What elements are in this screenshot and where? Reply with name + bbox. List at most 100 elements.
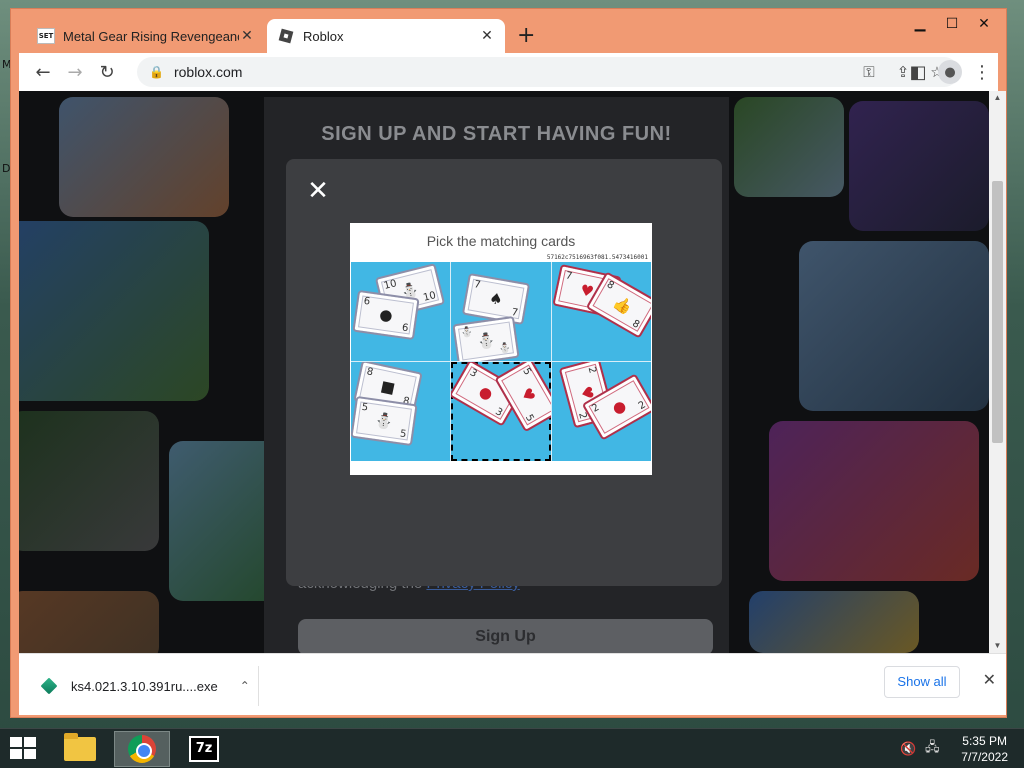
card-number: 2: [585, 365, 598, 375]
sevenzip-icon: 7z: [189, 736, 219, 762]
browser-window: ▁ ☐ ✕ SET Metal Gear Rising Revengeance …: [10, 8, 1007, 718]
tab-roblox[interactable]: Roblox ✕: [267, 19, 505, 53]
chevron-up-icon[interactable]: ⌃: [240, 679, 250, 693]
volume-muted-icon[interactable]: 🔇: [899, 742, 917, 757]
playing-card: 5 ⛄ 5: [351, 395, 418, 447]
toolbar-right-actions: ◧ ● ⋮: [902, 56, 998, 88]
card-symbol-icon: ●: [608, 395, 629, 419]
clock[interactable]: 5:35 PM 7/7/2022: [961, 733, 1008, 765]
game-tile-image: [734, 97, 844, 197]
card-number: ⛄: [460, 326, 475, 340]
taskbar: 7z 🔇 🖧 5:35 PM 7/7/2022: [0, 728, 1024, 768]
captcha-tile[interactable]: 3 ● 3 5 ♥ 5: [451, 362, 551, 461]
card-number: 5: [523, 412, 536, 424]
card-number: 7: [564, 270, 573, 283]
card-number: ⛄: [498, 342, 513, 356]
close-shelf-icon[interactable]: ✕: [983, 670, 996, 689]
address-bar[interactable]: 🔒 roblox.com ⚿ ⇪ ☆: [137, 57, 959, 87]
captcha-tile[interactable]: 2 ♥ 2 2 ● 2: [551, 362, 651, 461]
game-tile-image: [769, 421, 979, 581]
profile-avatar-icon: ●: [938, 60, 962, 84]
minimize-button[interactable]: ▁: [904, 13, 936, 35]
card-symbol-icon: ⛄: [475, 330, 497, 352]
game-tile-image: [849, 101, 989, 231]
close-window-button[interactable]: ✕: [968, 13, 1000, 35]
folder-icon: [64, 733, 96, 761]
window-controls: ▁ ☐ ✕: [904, 13, 1000, 35]
taskbar-7zip[interactable]: 7z: [176, 731, 232, 767]
card-number: 6: [362, 295, 371, 308]
new-tab-button[interactable]: +: [517, 25, 535, 47]
maximize-button[interactable]: ☐: [936, 13, 968, 35]
download-item[interactable]: ks4.021.3.10.391ru....exe ⌃: [27, 666, 259, 706]
game-tile-image: [169, 441, 279, 601]
card-number: 5: [399, 428, 408, 441]
set-favicon-icon: SET: [37, 28, 55, 44]
tab-close-icon[interactable]: ✕: [479, 28, 495, 44]
card-number: 2: [589, 401, 601, 415]
game-tile-image: [19, 591, 159, 653]
chrome-icon: [128, 735, 156, 763]
browser-toolbar: ← → ↻ 🔒 roblox.com ⚿ ⇪ ☆ ◧ ● ⋮: [19, 53, 998, 91]
scroll-thumb[interactable]: [992, 181, 1003, 443]
download-filename: ks4.021.3.10.391ru....exe: [71, 678, 218, 694]
captcha-instruction: Pick the matching cards: [426, 233, 576, 249]
card-symbol-icon: ■: [379, 376, 397, 398]
lock-icon[interactable]: 🔒: [149, 65, 164, 79]
taskbar-file-explorer[interactable]: [52, 731, 108, 767]
tab-close-icon[interactable]: ✕: [239, 28, 255, 44]
key-icon[interactable]: ⚿: [855, 58, 883, 86]
captcha-challenge: Pick the matching cards 57162c7516963f08…: [350, 223, 652, 475]
card-number: 8: [604, 279, 616, 292]
game-tile-image: [59, 97, 229, 217]
profile-button[interactable]: ●: [934, 56, 966, 88]
show-all-button[interactable]: Show all: [884, 666, 960, 698]
captcha-tile[interactable]: 8 ■ 8 5 ⛄ 5: [351, 362, 451, 461]
card-symbol-icon: ●: [378, 305, 394, 325]
card-number: 8: [629, 318, 641, 331]
roblox-favicon-icon: [277, 28, 295, 44]
scroll-down-icon[interactable]: ▼: [989, 639, 1006, 653]
scroll-up-icon[interactable]: ▲: [989, 91, 1006, 105]
reload-icon[interactable]: ↻: [91, 56, 123, 88]
page-scrollbar[interactable]: ▲ ▼: [989, 91, 1006, 653]
page-viewport: SIGN UP AND START HAVING FUN! acknowledg…: [19, 91, 989, 653]
game-tile-image: [19, 411, 159, 551]
side-panel-icon[interactable]: ◧: [902, 56, 934, 88]
card-number: 6: [401, 322, 410, 335]
captcha-modal: ✕ Pick the matching cards 57162c7516963f…: [286, 159, 722, 586]
sign-up-button[interactable]: Sign Up: [298, 619, 713, 653]
clock-time: 5:35 PM: [962, 734, 1007, 748]
card-number: 10: [422, 290, 438, 304]
captcha-challenge-id: 57162c7516963f081.5473416001: [546, 254, 648, 261]
card-number: 2: [636, 399, 648, 413]
windows-start-icon[interactable]: [10, 737, 38, 761]
menu-kebab-icon[interactable]: ⋮: [966, 56, 998, 88]
executable-file-icon: [40, 677, 58, 695]
system-tray: 🔇 🖧 5:35 PM 7/7/2022: [899, 733, 1008, 765]
url-text[interactable]: roblox.com: [174, 64, 242, 80]
card-number: 5: [360, 401, 369, 414]
card-number: 5: [520, 366, 534, 378]
card-number: 3: [493, 406, 505, 419]
captcha-tile[interactable]: 7 ♠ 7 ⛄ ⛄ ⛄: [451, 262, 551, 361]
playing-card: ⛄ ⛄ ⛄: [452, 315, 520, 361]
tab-title: Metal Gear Rising Revengeance |: [63, 28, 239, 44]
close-modal-icon[interactable]: ✕: [306, 178, 330, 204]
signup-heading: SIGN UP AND START HAVING FUN!: [321, 123, 672, 145]
network-icon[interactable]: 🖧: [923, 738, 941, 760]
download-shelf: ks4.021.3.10.391ru....exe ⌃ Show all ✕: [19, 653, 1006, 715]
tab-metal-gear[interactable]: SET Metal Gear Rising Revengeance | ✕: [27, 19, 265, 53]
game-tile-image: [19, 221, 209, 401]
card-number: 10: [382, 278, 398, 292]
forward-arrow-icon[interactable]: →: [59, 56, 91, 88]
card-number: 7: [473, 279, 482, 292]
playing-card: 6 ● 6: [352, 289, 420, 341]
back-arrow-icon[interactable]: ←: [27, 56, 59, 88]
card-symbol-icon: ⛄: [373, 410, 395, 432]
card-symbol-icon: ●: [476, 381, 497, 405]
tab-title: Roblox: [303, 28, 344, 44]
taskbar-chrome[interactable]: [114, 731, 170, 767]
captcha-tile[interactable]: 10 ⛄ 10 6 ● 6: [351, 262, 451, 361]
captcha-tile[interactable]: 7♥78👍8: [551, 262, 651, 361]
